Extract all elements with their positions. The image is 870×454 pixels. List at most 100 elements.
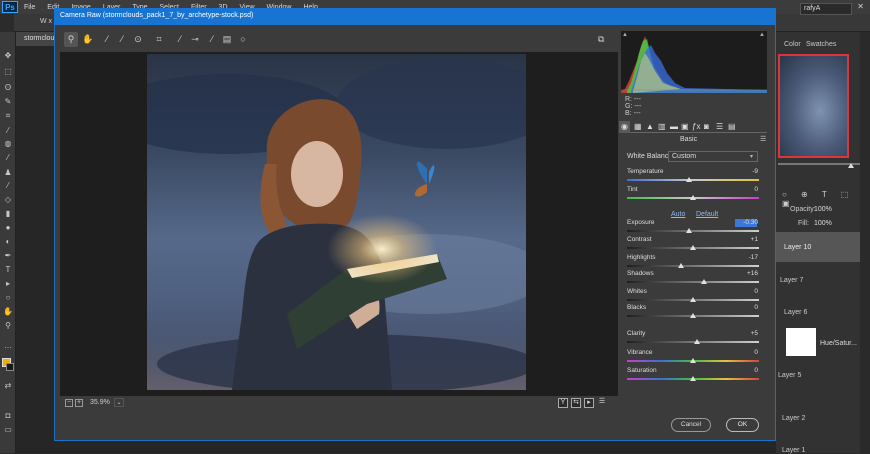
straighten-icon[interactable]: ⁄ [175, 34, 185, 45]
snapshots-tab-icon[interactable]: ▤ [728, 122, 736, 132]
toggle-settings-icon[interactable]: ☰ [597, 398, 607, 408]
layer-name[interactable]: Hue/Satur... [820, 340, 857, 347]
slider-value[interactable]: -0.30 [734, 219, 758, 226]
navigator-thumbnail[interactable] [778, 54, 849, 158]
blur-tool-icon[interactable]: ● [3, 224, 13, 232]
slider-knob[interactable] [690, 195, 696, 200]
gradient-tool-icon[interactable]: ▮ [3, 210, 13, 218]
fullscreen-icon[interactable]: ⧉ [598, 34, 604, 45]
slider-track[interactable] [627, 281, 759, 283]
auto-link[interactable]: Auto [671, 211, 685, 218]
lasso-tool-icon[interactable]: ʘ [3, 84, 13, 92]
slider-value[interactable]: 0 [734, 304, 758, 311]
layer-name[interactable]: Layer 5 [778, 372, 801, 379]
zoom-tool-icon[interactable]: ⚲ [3, 322, 13, 330]
close-icon[interactable]: ✕ [857, 2, 864, 11]
tab-color[interactable]: Color [784, 41, 801, 48]
path-select-icon[interactable]: ▸ [3, 280, 13, 288]
hand-tool-icon[interactable]: ✋ [3, 308, 13, 316]
default-link[interactable]: Default [696, 211, 718, 218]
effects-tab-icon[interactable]: ƒx [692, 122, 700, 132]
adjustment-mask-thumbnail[interactable] [786, 328, 816, 356]
slider-value[interactable]: +1 [734, 236, 758, 243]
radial-filter-icon[interactable]: ○ [238, 34, 248, 45]
shape-tool-icon[interactable]: ○ [3, 294, 13, 302]
brush-tool-icon[interactable]: ⁄ [3, 154, 13, 162]
slider-knob[interactable] [700, 279, 707, 284]
highlight-clipping-icon[interactable]: ▲ [759, 32, 765, 38]
preview-photo[interactable] [147, 54, 526, 390]
crop-icon[interactable]: ⌗ [154, 34, 164, 45]
layer-name[interactable]: Layer 6 [784, 309, 807, 316]
ok-button[interactable]: OK [726, 418, 759, 432]
slider-value[interactable]: +5 [734, 330, 758, 337]
slider-value[interactable]: -17 [734, 254, 758, 261]
shadow-clipping-icon[interactable]: ▲ [622, 32, 628, 38]
dodge-tool-icon[interactable]: ◐ [3, 238, 13, 246]
targeted-adjust-icon[interactable]: ⊙ [133, 34, 143, 45]
adjustment-brush-icon[interactable]: ⁄ [207, 34, 217, 45]
history-brush-icon[interactable]: ⁄ [3, 182, 13, 190]
layer-name[interactable]: Layer 7 [780, 277, 803, 284]
slider-track[interactable] [627, 230, 759, 232]
lens-tab-icon[interactable]: ▣ [681, 122, 689, 132]
slider-value[interactable]: 0 [734, 186, 758, 193]
more-tools-icon[interactable]: … [3, 342, 13, 350]
eraser-tool-icon[interactable]: ◇ [3, 196, 13, 204]
color-sampler-icon[interactable]: ⁄ [117, 34, 127, 45]
quick-mask-icon[interactable]: ◘ [3, 412, 13, 420]
slider-value[interactable]: 0 [734, 367, 758, 374]
detail-tab-icon[interactable]: ▲ [646, 122, 654, 132]
slider-value[interactable]: -9 [734, 168, 758, 175]
copy-settings-icon[interactable]: ▸ [584, 398, 594, 408]
tab-swatches[interactable]: Swatches [806, 41, 836, 48]
slider-knob[interactable] [686, 228, 693, 233]
slider-knob[interactable] [690, 313, 696, 318]
white-balance-select[interactable]: Custom [668, 151, 758, 162]
slider-knob[interactable] [678, 263, 685, 268]
screen-mode-icon[interactable]: ▭ [3, 426, 13, 434]
slider-knob[interactable] [686, 177, 693, 182]
swap-view-icon[interactable]: ⇆ [571, 398, 581, 408]
healing-tool-icon[interactable]: ◍ [3, 140, 13, 148]
quick-select-tool-icon[interactable]: ✎ [3, 98, 13, 106]
split-toning-tab-icon[interactable]: ▬ [670, 122, 678, 132]
white-balance-icon[interactable]: ⁄ [102, 34, 112, 45]
slider-knob[interactable] [690, 245, 696, 250]
move-tool-icon[interactable]: ✥ [3, 52, 13, 60]
hand-icon[interactable]: ✋ [82, 34, 93, 45]
type-tool-icon[interactable]: T [3, 266, 13, 274]
slider-value[interactable]: 0 [734, 349, 758, 356]
slider-knob[interactable] [690, 297, 696, 302]
before-after-toggle-icon[interactable]: Y [558, 398, 568, 408]
eyedropper-tool-icon[interactable]: ⁄ [3, 127, 13, 135]
stamp-tool-icon[interactable]: ♟ [3, 169, 13, 177]
slider-knob[interactable] [690, 376, 696, 381]
slider-value[interactable]: +16 [734, 270, 758, 277]
zoom-icon[interactable]: ⚲ [66, 34, 76, 45]
basic-tab-icon[interactable]: ◉ [621, 122, 628, 132]
marquee-tool-icon[interactable]: ⬚ [3, 68, 13, 76]
fill-value[interactable]: 100% [814, 220, 832, 227]
layer-name[interactable]: Layer 2 [782, 415, 805, 422]
opacity-value[interactable]: 100% [814, 206, 832, 213]
layer-name[interactable]: Layer 10 [784, 244, 811, 251]
background-color-swatch[interactable] [6, 363, 14, 371]
slider-track[interactable] [627, 179, 759, 181]
slider-knob[interactable] [693, 339, 700, 344]
spot-removal-icon[interactable]: ⊸ [190, 34, 200, 45]
presets-tab-icon[interactable]: ☰ [716, 122, 723, 132]
chevron-down-icon[interactable]: ▾ [750, 153, 753, 160]
zoom-dropdown[interactable]: ⌄ [114, 398, 124, 407]
tone-curve-tab-icon[interactable]: ▦ [634, 122, 642, 132]
document-tab[interactable]: stormclou [16, 32, 56, 46]
menu-file[interactable]: File [24, 4, 35, 11]
panel-menu-icon[interactable]: ☰ [760, 135, 766, 143]
hsl-tab-icon[interactable]: ▥ [658, 122, 666, 132]
navigator-zoom-knob[interactable] [848, 163, 854, 168]
cancel-button[interactable]: Cancel [671, 418, 711, 432]
zoom-in-button[interactable]: + [75, 399, 83, 407]
zoom-out-button[interactable]: − [65, 399, 73, 407]
swap-colors-icon[interactable]: ⇄ [3, 382, 13, 390]
crop-tool-icon[interactable]: ⌗ [3, 112, 13, 120]
